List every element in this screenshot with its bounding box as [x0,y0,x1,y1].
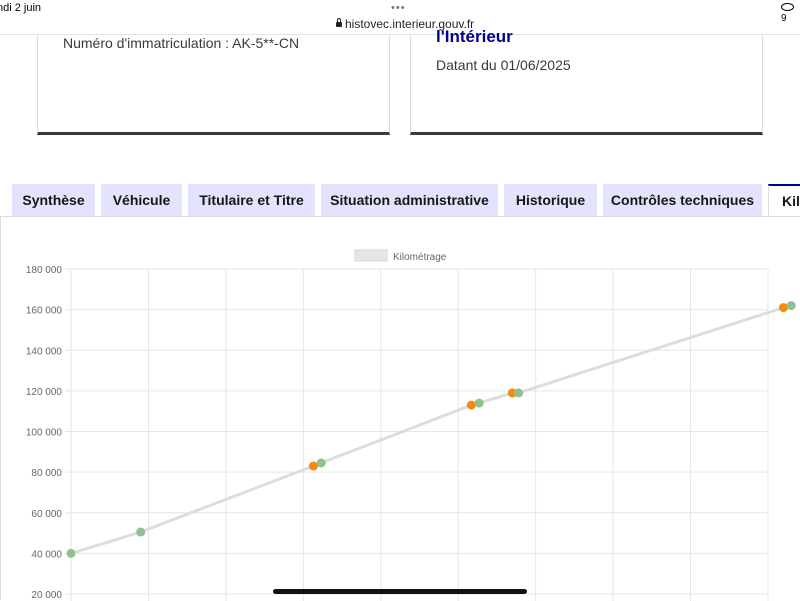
tab-titulaire[interactable]: Titulaire et Titre [188,184,315,216]
y-tick-label: 80 000 [31,468,62,479]
y-tick-label: 120 000 [26,387,63,398]
y-tick-label: 160 000 [26,306,63,317]
home-indicator [273,589,527,594]
legend-label: Kilométrage [393,252,447,263]
plate-label: Numéro d'immatriculation : AK-5**-CN [63,35,300,51]
status-right: 9 [781,2,800,24]
tab-kilometrage[interactable]: Kil [768,184,800,216]
tab-situation-administrative[interactable]: Situation administrative [321,184,498,216]
data-point[interactable] [786,301,796,311]
data-point[interactable] [778,303,788,313]
report-date: Datant du 01/06/2025 [436,57,571,73]
chart-legend: Kilométrage [354,249,447,263]
tab-historique[interactable]: Historique [504,184,597,216]
tab-vehicule[interactable]: Véhicule [101,184,182,216]
source-title: l'Intérieur [436,27,513,46]
data-point[interactable] [514,388,524,398]
data-point[interactable] [66,548,76,558]
vehicle-card: Numéro d'immatriculation : AK-5**-CN [37,35,390,135]
status-bar: ndi 2 juin ••• histovec.interieur.gouv.f… [0,0,800,34]
y-tick-label: 20 000 [31,590,62,601]
series-kilometrage [66,301,796,558]
multitask-dots[interactable]: ••• [391,2,406,14]
data-point[interactable] [474,398,484,408]
series-line [70,304,792,555]
y-tick-label: 140 000 [26,346,63,357]
eye-icon [781,3,794,12]
data-point[interactable] [308,461,318,471]
y-tick-label: 40 000 [31,549,62,560]
y-tick-label: 60 000 [31,509,62,520]
mileage-panel: 180 000 160 000 140 000 120 000 100 000 80 00… [0,216,800,601]
lock-icon [336,18,342,27]
tab-controles-techniques[interactable]: Contrôles techniques [603,184,762,216]
chart-grid [65,268,769,601]
data-point[interactable] [466,400,476,410]
y-tick-label: 100 000 [26,428,63,439]
y-tick-label: 180 000 [26,265,63,276]
mileage-chart: 180 000 160 000 140 000 120 000 100 000 80 00… [26,249,796,601]
data-point[interactable] [316,458,326,468]
status-date: ndi 2 juin [0,2,42,14]
tab-synthese[interactable]: Synthèse [12,184,95,216]
legend-swatch [354,249,388,262]
data-point[interactable] [136,527,146,537]
source-card: l'Intérieur Datant du 01/06/2025 [410,27,763,135]
battery-text: 9 [781,13,787,24]
tab-bar: Synthèse Véhicule Titulaire et Titre Sit… [0,184,800,216]
y-axis: 180 000 160 000 140 000 120 000 100 000 80 00… [26,265,63,601]
